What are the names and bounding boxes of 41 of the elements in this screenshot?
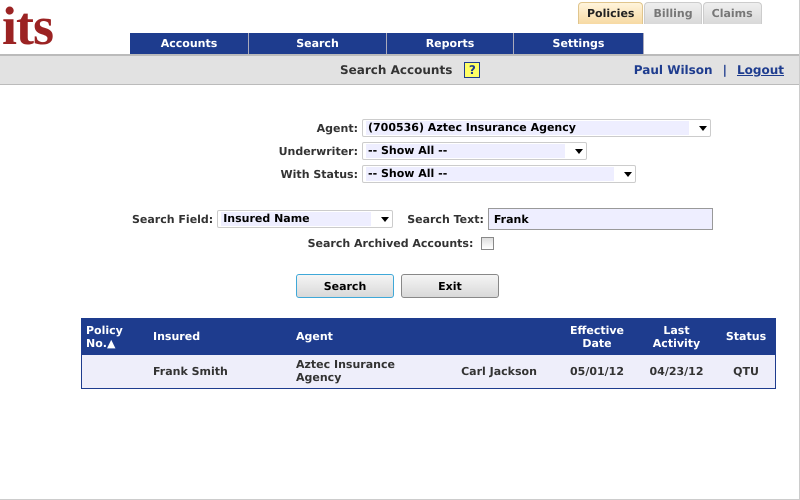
column-header[interactable]: Status xyxy=(717,318,776,354)
separator: | xyxy=(722,63,727,77)
help-button[interactable]: ? xyxy=(464,62,480,78)
filter-label: Underwriter: xyxy=(278,144,358,158)
field-label: Search Field: xyxy=(132,212,214,226)
archived-checkbox[interactable] xyxy=(481,237,494,250)
column-header[interactable]: Insured xyxy=(149,318,292,354)
nav-item[interactable]: Search xyxy=(249,33,387,54)
nav-item[interactable]: Settings xyxy=(514,33,644,54)
column-header[interactable]: Agent xyxy=(292,318,440,354)
user-name: Paul Wilson xyxy=(634,63,713,77)
module-tab[interactable]: Policies xyxy=(578,2,644,24)
table-cell: Carl Jackson xyxy=(461,364,537,378)
nav-item[interactable]: Reports xyxy=(387,33,514,54)
action-button[interactable]: Search xyxy=(296,274,394,298)
table-cell: 04/23/12 xyxy=(650,364,704,378)
table-cell: 05/01/12 xyxy=(570,364,624,378)
logout-link[interactable]: Logout xyxy=(736,63,784,77)
filter-label: Agent: xyxy=(316,122,358,134)
search-field-select[interactable]: Insured Name xyxy=(217,210,394,228)
filter-select[interactable]: -- Show All -- xyxy=(362,142,587,160)
logo: its xyxy=(2,1,53,51)
field-label: Search Text: xyxy=(407,212,484,226)
filter-select[interactable]: -- Show All -- xyxy=(362,165,636,183)
column-header[interactable]: Policy No.▲ xyxy=(82,318,149,354)
filter-select[interactable]: (700536) Aztec Insurance Agency xyxy=(362,119,711,137)
caret-icon xyxy=(575,148,583,154)
caret-icon xyxy=(699,126,707,130)
search-text-input[interactable]: Frank xyxy=(488,208,713,230)
action-button[interactable]: Exit xyxy=(401,274,499,298)
caret-icon xyxy=(624,172,632,176)
column-header[interactable]: Last Activity xyxy=(636,318,717,354)
table-cell: QTU xyxy=(733,364,759,378)
checkbox-label: Search Archived Accounts: xyxy=(308,237,474,250)
page-title: Search Accounts xyxy=(340,63,452,77)
table-cell: Frank Smith xyxy=(153,364,228,378)
column-header[interactable]: Effective Date xyxy=(558,318,636,354)
filter-label: With Status: xyxy=(280,168,358,180)
nav-item[interactable]: Accounts xyxy=(130,33,249,54)
caret-icon xyxy=(381,216,390,222)
table-cell: Aztec Insurance Agency xyxy=(296,358,395,384)
